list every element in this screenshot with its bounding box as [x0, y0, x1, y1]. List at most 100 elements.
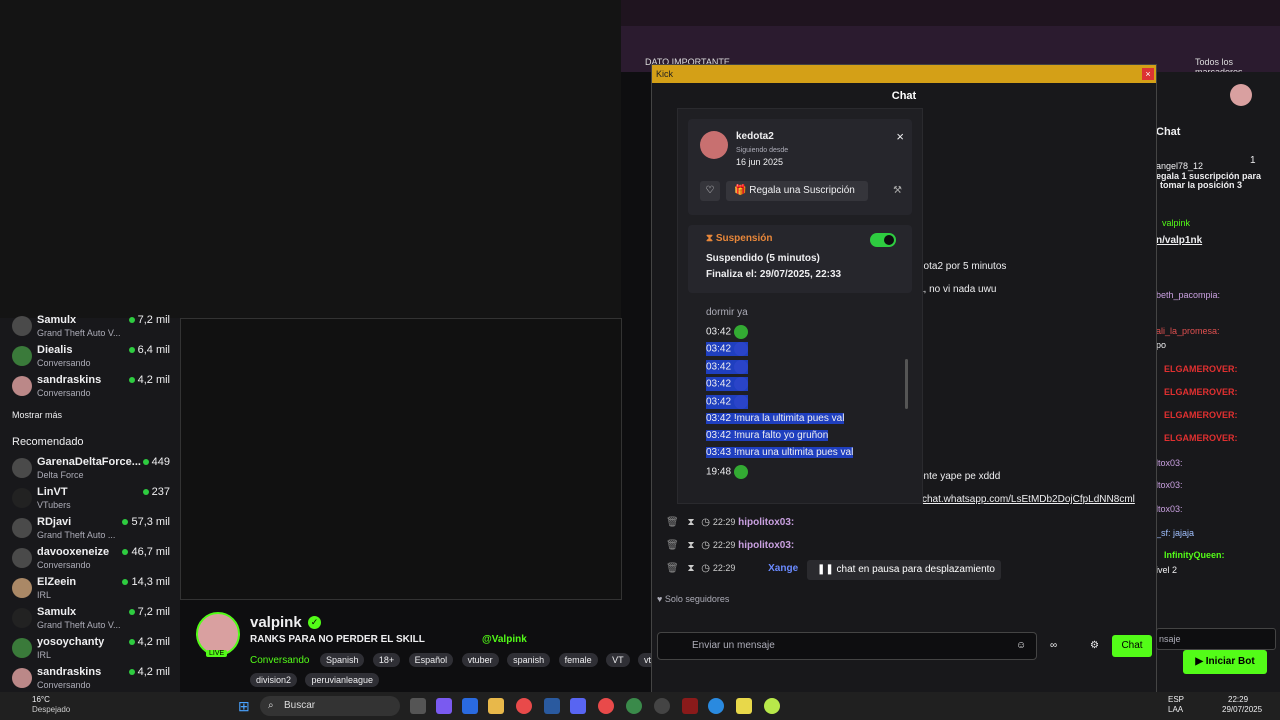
history-text: !mura falto yo gruñon — [733, 430, 829, 441]
timestamp: 22:29 — [712, 540, 736, 550]
show-more-link[interactable]: Mostrar más — [12, 410, 62, 420]
channel-name: davooxeneize — [37, 546, 110, 558]
chat-link[interactable]: chat.whatsapp.com/LsEtMDb2DojCfpLdNN8cml — [922, 494, 1135, 505]
input-layout[interactable]: LAA — [1168, 705, 1183, 714]
app-icon[interactable] — [544, 698, 560, 714]
scrollbar[interactable] — [905, 359, 908, 409]
sidebar-channel-item[interactable]: RDjavi Grand Theft Auto ... 57,3 mil — [10, 514, 170, 544]
obs-icon[interactable] — [654, 698, 670, 714]
file-explorer-icon[interactable] — [488, 698, 504, 714]
sidebar-channel-item[interactable]: LinVT VTubers 237 — [10, 484, 170, 514]
discord-icon[interactable] — [570, 698, 586, 714]
history-text: !mura la ultimita pues val — [733, 413, 845, 424]
avatar — [12, 376, 32, 396]
input-language[interactable]: ESP — [1168, 695, 1184, 704]
close-icon[interactable]: × — [896, 129, 904, 144]
channel-name: Diealis — [37, 344, 73, 356]
chat-line: angel78_12 — [1156, 161, 1204, 171]
chat-line: ltox03: — [1156, 504, 1183, 514]
sidebar-channel-item[interactable]: yosoychanty IRL 4,2 mil — [10, 634, 170, 664]
suspension-toggle[interactable] — [870, 233, 896, 247]
avatar — [12, 638, 32, 658]
tag[interactable]: VT — [606, 653, 630, 667]
sidebar-channel-item[interactable]: sandraskins Conversando 4,2 mil — [10, 664, 170, 694]
suspended-duration: Suspendido (5 minutos) — [706, 253, 820, 264]
streamer-handle[interactable]: @Valpink — [482, 634, 527, 645]
timestamp: 22:29 — [712, 563, 736, 573]
chat-username[interactable]: Xange — [768, 563, 798, 574]
history-line: dormir ya — [706, 307, 748, 318]
points-icon[interactable]: ∞ — [1050, 640, 1057, 651]
chat-username[interactable]: hipolitox03: — [738, 540, 794, 551]
clock-date[interactable]: 29/07/2025 — [1222, 705, 1262, 714]
history-line: 03:42 !mura falto yo gruñon — [706, 430, 829, 441]
chrome-icon[interactable] — [626, 698, 642, 714]
chat-input[interactable]: nsaje — [1156, 628, 1276, 650]
history-text: !mura una ultimita pues val — [733, 447, 854, 458]
delete-icon[interactable]: 🗑 — [666, 540, 679, 551]
sidebar-channel-item[interactable]: davooxeneize Conversando 46,7 mil — [10, 544, 170, 574]
gift-sub-button[interactable]: 🎁 Regala una Suscripción — [726, 181, 868, 201]
timeout-icon[interactable]: ⧗ — [687, 517, 694, 528]
clock-time[interactable]: 22:29 — [1228, 695, 1248, 704]
weather-temp[interactable]: 16°C — [32, 695, 50, 704]
viewer-count: 7,2 mil — [129, 314, 170, 326]
message-history[interactable]: dormir ya 03:42 03:42 03:42 03:42 03:42 … — [688, 301, 912, 483]
tag[interactable]: Español — [408, 653, 454, 667]
avatar — [700, 131, 728, 159]
chrome-icon[interactable] — [598, 698, 614, 714]
tag[interactable]: spanish — [507, 653, 551, 667]
user-card-header: kedota2 Siguiendo desde 16 jun 2025 × ♡ … — [688, 119, 912, 215]
sidebar-channel-item[interactable]: Samulx Grand Theft Auto V... 7,2 mil — [10, 604, 170, 634]
chat-username[interactable]: hipolitox03: — [738, 517, 794, 528]
start-icon[interactable]: ⊞ — [238, 698, 254, 714]
sidebar-channel-item[interactable]: Samulx Grand Theft Auto V... 7,2 mil — [10, 312, 170, 342]
follow-heart-button[interactable]: ♡ — [700, 181, 720, 201]
sidebar-channel-item[interactable]: GarenaDeltaForce... Delta Force 449 — [10, 454, 170, 484]
streamer-name[interactable]: valpink — [250, 614, 302, 631]
tag[interactable]: division2 — [250, 673, 298, 687]
tag[interactable]: vtuber — [461, 653, 499, 667]
copilot-icon[interactable] — [436, 698, 452, 714]
button-label: Regala una Suscripción — [749, 185, 855, 196]
timeout-icon[interactable]: ⧗ — [687, 540, 694, 551]
edge-icon[interactable] — [708, 698, 724, 714]
app-icon[interactable] — [736, 698, 752, 714]
start-bot-button[interactable]: ▶ Iniciar Bot — [1183, 650, 1267, 674]
chat-message-input[interactable]: Enviar un mensaje — [657, 632, 1037, 660]
chat-message: 🗑 ⧗ ◷ 22:29 hipolitox03: — [666, 517, 794, 528]
delete-icon[interactable]: 🗑 — [666, 563, 679, 574]
emote-icon — [733, 465, 748, 479]
app-icon[interactable] — [682, 698, 698, 714]
delete-icon[interactable]: 🗑 — [666, 517, 679, 528]
chat-line: _sf: jajaja — [1156, 528, 1195, 538]
timeout-icon[interactable]: ⧗ — [687, 563, 694, 574]
tag[interactable]: peruvianleague — [305, 673, 380, 687]
avatar — [12, 346, 32, 366]
chat-paused-banner[interactable]: ❚❚ chat en pausa para desplazamiento — [807, 560, 1001, 580]
chat-line: valpink — [1162, 218, 1191, 228]
sidebar-channel-item[interactable]: sandraskins Conversando 4,2 mil — [10, 372, 170, 402]
taskbar-search[interactable]: ⌕ Buscar — [260, 696, 400, 716]
send-chat-button[interactable]: Chat — [1112, 635, 1152, 657]
emoji-icon[interactable]: ☺ — [1016, 640, 1026, 651]
app-icon[interactable] — [764, 698, 780, 714]
settings-icon[interactable]: ⚙ — [1090, 640, 1099, 651]
moderation-icon[interactable]: ⚒ — [893, 185, 902, 196]
verified-icon: ✓ — [308, 616, 321, 629]
stream-category[interactable]: Conversando — [250, 655, 309, 666]
clock-icon: ◷ — [701, 540, 711, 551]
sidebar-channel-item[interactable]: Diealis Conversando 6,4 mil — [10, 342, 170, 372]
tag[interactable]: female — [558, 653, 598, 667]
chrome-icon[interactable] — [516, 698, 532, 714]
clock-icon: ◷ — [701, 517, 711, 528]
video-player[interactable] — [180, 318, 622, 600]
sidebar-channel-item[interactable]: ElZeein IRL 14,3 mil — [10, 574, 170, 604]
tag[interactable]: 18+ — [372, 653, 401, 667]
task-view-icon[interactable] — [410, 698, 426, 714]
tag[interactable]: Spanish — [319, 653, 365, 667]
browser-toolbar: ⌕ ☆ ▣ ⧉ ≡ V ⋮ — [621, 26, 1280, 73]
window-close-button[interactable]: × — [1142, 68, 1154, 80]
avatar — [1230, 84, 1252, 106]
app-icon[interactable] — [462, 698, 478, 714]
